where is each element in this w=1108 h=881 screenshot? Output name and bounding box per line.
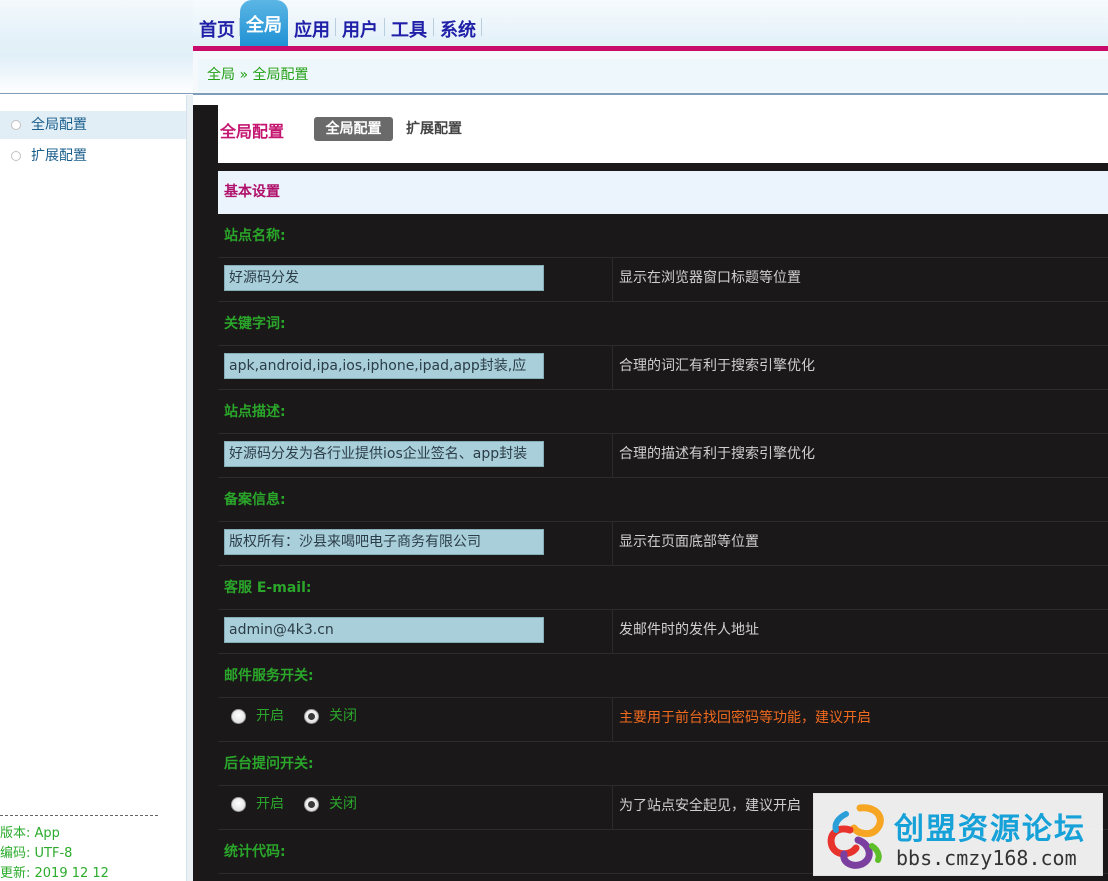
- field-hint: 主要用于前台找回密码等功能，建议开启: [619, 710, 871, 726]
- question-off-radio[interactable]: [304, 797, 319, 812]
- column-divider: [612, 346, 613, 390]
- form-row: 开启 关闭 主要用于前台找回密码等功能，建议开启: [218, 698, 1108, 742]
- nav-item-tools[interactable]: 工具: [391, 16, 427, 42]
- nav-separator: [335, 18, 336, 36]
- forum-logo-icon: [827, 804, 884, 869]
- main-panel: 全局配置 全局配置 扩展配置 基本设置 站点名称: 好源码分发 显示在浏览器窗口…: [193, 105, 1108, 881]
- field-label: 后台提问开关:: [218, 742, 1108, 786]
- brand-area: [0, 0, 193, 94]
- nav-item-home[interactable]: 首页: [199, 16, 235, 42]
- page-title: 全局配置: [220, 122, 285, 141]
- field-hint: 发邮件时的发件人地址: [619, 622, 759, 638]
- field-label: 邮件服务开关:: [218, 654, 1108, 698]
- radio-label: 关闭: [329, 708, 357, 724]
- column-divider: [612, 434, 613, 478]
- keywords-input[interactable]: apk,android,ipa,ios,iphone,ipad,app封装,应: [224, 353, 544, 379]
- field-hint: 显示在页面底部等位置: [619, 534, 759, 550]
- form-row: 版权所有：沙县来喝吧电子商务有限公司 显示在页面底部等位置: [218, 522, 1108, 566]
- breadcrumb-current[interactable]: 全局配置: [252, 67, 308, 83]
- field-hint: 显示在浏览器窗口标题等位置: [619, 270, 801, 286]
- bullet-icon: [11, 120, 21, 130]
- sidebar: 全局配置 扩展配置: [0, 95, 186, 881]
- email-input[interactable]: admin@4k3.cn: [224, 617, 544, 643]
- encoding-info: 编码: UTF-8: [0, 846, 73, 861]
- breadcrumb-separator: »: [239, 67, 249, 83]
- column-divider: [612, 258, 613, 302]
- field-hint: 合理的词汇有利于搜索引擎优化: [619, 358, 815, 374]
- column-divider: [612, 786, 613, 830]
- divider: [193, 93, 1108, 95]
- sidebar-item-label: 全局配置: [31, 117, 87, 133]
- field-label: 备案信息:: [218, 478, 1108, 522]
- version-info: 版本: App: [0, 826, 60, 841]
- updated-info: 更新: 2019 12 12: [0, 866, 109, 881]
- tab-extended-config[interactable]: 扩展配置: [406, 117, 462, 141]
- bullet-icon: [11, 151, 21, 161]
- site-name-input[interactable]: 好源码分发: [224, 265, 544, 291]
- mail-off-radio[interactable]: [304, 709, 319, 724]
- tab-global-config[interactable]: 全局配置: [314, 117, 393, 141]
- radio-label: 关闭: [329, 796, 357, 812]
- form-row: 好源码分发 显示在浏览器窗口标题等位置: [218, 258, 1108, 302]
- watermark-url: bbs.cmzy168.com: [896, 846, 1077, 870]
- sidebar-border: [186, 95, 193, 881]
- nav-item-users[interactable]: 用户: [342, 16, 378, 42]
- sidebar-item-extended-config[interactable]: 扩展配置: [0, 142, 186, 170]
- breadcrumb: 全局 » 全局配置: [198, 59, 1108, 91]
- description-input[interactable]: 好源码分发为各行业提供ios企业签名、app封装: [224, 441, 544, 467]
- radio-label: 开启: [256, 708, 284, 724]
- field-hint: 合理的描述有利于搜索引擎优化: [619, 446, 815, 462]
- page-header: 全局配置 全局配置 扩展配置: [218, 105, 1108, 163]
- column-divider: [612, 522, 613, 566]
- nav-separator: [384, 18, 385, 36]
- breadcrumb-root[interactable]: 全局: [207, 67, 235, 83]
- column-divider: [612, 610, 613, 654]
- mail-on-radio[interactable]: [231, 709, 246, 724]
- nav-item-global[interactable]: 全局: [240, 0, 288, 48]
- sidebar-item-label: 扩展配置: [31, 148, 87, 164]
- nav-separator: [433, 18, 434, 36]
- icp-info-input[interactable]: 版权所有：沙县来喝吧电子商务有限公司: [224, 529, 544, 555]
- form-row: admin@4k3.cn 发邮件时的发件人地址: [218, 610, 1108, 654]
- field-label: 客服 E-mail:: [218, 566, 1108, 610]
- breadcrumb-bar: 全局 » 全局配置: [193, 51, 1108, 94]
- divider: [0, 93, 193, 94]
- nav-item-system[interactable]: 系统: [440, 16, 476, 42]
- column-divider: [612, 698, 613, 742]
- nav-separator: [481, 18, 482, 36]
- watermark: 创盟资源论坛 bbs.cmzy168.com: [813, 793, 1103, 876]
- watermark-title: 创盟资源论坛: [894, 812, 1086, 847]
- top-nav: 首页 全局 应用 用户 工具 系统: [193, 0, 1108, 48]
- sidebar-item-global-config[interactable]: 全局配置: [0, 111, 186, 139]
- section-title: 基本设置: [218, 171, 1108, 214]
- field-label: 站点名称:: [218, 214, 1108, 258]
- field-label: 站点描述:: [218, 390, 1108, 434]
- question-on-radio[interactable]: [231, 797, 246, 812]
- form-row: 好源码分发为各行业提供ios企业签名、app封装 合理的描述有利于搜索引擎优化: [218, 434, 1108, 478]
- divider: [0, 815, 158, 816]
- field-label: 关键字词:: [218, 302, 1108, 346]
- nav-item-apps[interactable]: 应用: [294, 16, 330, 42]
- radio-label: 开启: [256, 796, 284, 812]
- form-row: apk,android,ipa,ios,iphone,ipad,app封装,应 …: [218, 346, 1108, 390]
- field-hint: 为了站点安全起见，建议开启: [619, 798, 801, 814]
